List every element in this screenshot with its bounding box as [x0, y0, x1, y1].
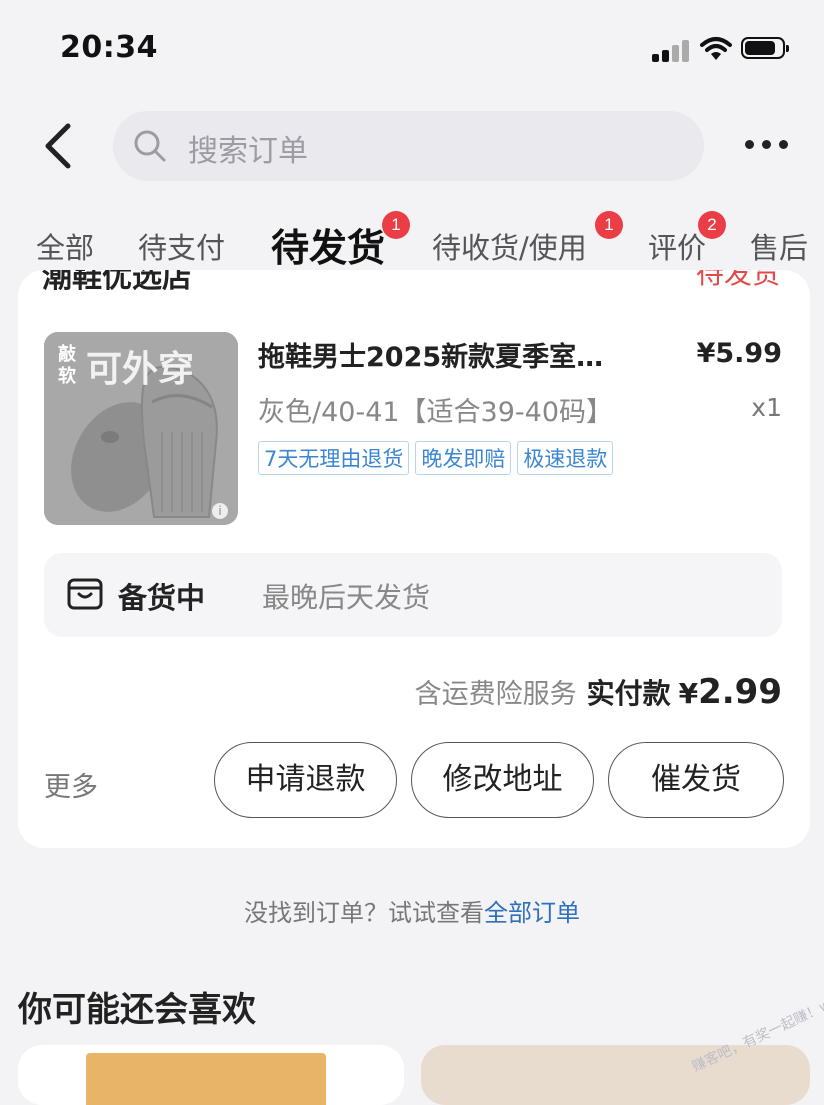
product-image[interactable]: 敲 软 可外穿 i: [44, 332, 238, 525]
tab-badge: 2: [698, 211, 726, 239]
product-price: ¥5.99: [696, 338, 782, 369]
insurance-label: 含运费险服务: [414, 679, 577, 710]
search-placeholder: 搜索订单: [188, 134, 308, 169]
tab-pending-receipt[interactable]: 待收货/使用: [432, 225, 587, 267]
recommendation-image: [86, 1053, 326, 1105]
shipping-status: 备货中: [118, 581, 206, 615]
shop-name[interactable]: 潮鞋优选店: [42, 270, 192, 290]
card-header-clipped: 潮鞋优选店 待发货: [18, 270, 810, 290]
not-found-hint: 没找到订单？试试查看全部订单: [0, 893, 824, 928]
not-found-text: 没找到订单？试试查看: [244, 899, 484, 927]
info-icon: i: [212, 503, 228, 519]
package-icon: [67, 578, 103, 610]
more-link[interactable]: 更多: [44, 765, 98, 804]
clock: 20:34: [60, 30, 158, 65]
tab-after-sales[interactable]: 售后: [750, 225, 808, 267]
search-input[interactable]: 搜索订单: [113, 111, 704, 181]
service-tag: 晚发即赔: [415, 441, 512, 475]
more-options-icon[interactable]: [745, 140, 789, 152]
image-caption: 可外穿: [86, 349, 195, 390]
order-status: 待发货: [695, 270, 780, 290]
recommendation-title: 你可能还会喜欢: [18, 990, 256, 1030]
paid-amount: 2.99: [698, 672, 782, 712]
product-title[interactable]: 拖鞋男士2025新款夏季室…: [258, 335, 658, 374]
refund-button[interactable]: 申请退款: [214, 742, 397, 818]
recommendation-card[interactable]: [18, 1045, 404, 1105]
shipping-notice[interactable]: 备货中 最晚后天发货: [44, 553, 782, 637]
product-spec: 灰色/40-41【适合39-40码】: [258, 397, 614, 428]
cellular-signal-icon: [652, 40, 692, 62]
tab-badge: 1: [382, 211, 410, 239]
tab-review[interactable]: 评价: [648, 225, 706, 267]
currency-symbol: ¥: [678, 677, 699, 710]
shipping-eta: 最晚后天发货: [262, 581, 431, 614]
all-orders-link[interactable]: 全部订单: [484, 899, 580, 927]
image-caption: 软: [58, 366, 76, 387]
back-arrow-icon[interactable]: [40, 122, 80, 170]
payment-total: 含运费险服务 实付款 ¥2.99: [415, 672, 782, 712]
recommendation-card[interactable]: [421, 1045, 810, 1105]
product-quantity: x1: [751, 393, 782, 422]
tab-pending-shipment[interactable]: 待发货: [271, 217, 385, 272]
status-bar: 20:34: [0, 0, 824, 95]
paid-label: 实付款: [586, 677, 671, 710]
tab-pending-payment[interactable]: 待支付: [138, 225, 225, 267]
change-address-button[interactable]: 修改地址: [411, 742, 594, 818]
service-tag: 极速退款: [517, 441, 614, 475]
tab-badge: 1: [595, 211, 623, 239]
tab-all[interactable]: 全部: [36, 225, 94, 267]
service-tag: 7天无理由退货: [258, 441, 410, 475]
search-icon: [134, 130, 166, 162]
wifi-icon: [700, 37, 732, 60]
battery-icon: [741, 37, 789, 59]
order-card[interactable]: 潮鞋优选店 待发货 敲 软 可外穿 i 拖鞋男士2025新款夏季室… ¥5.99…: [18, 270, 810, 848]
urge-shipment-button[interactable]: 催发货: [608, 742, 784, 818]
service-tags: 7天无理由退货 晚发即赔 极速退款: [258, 441, 614, 475]
